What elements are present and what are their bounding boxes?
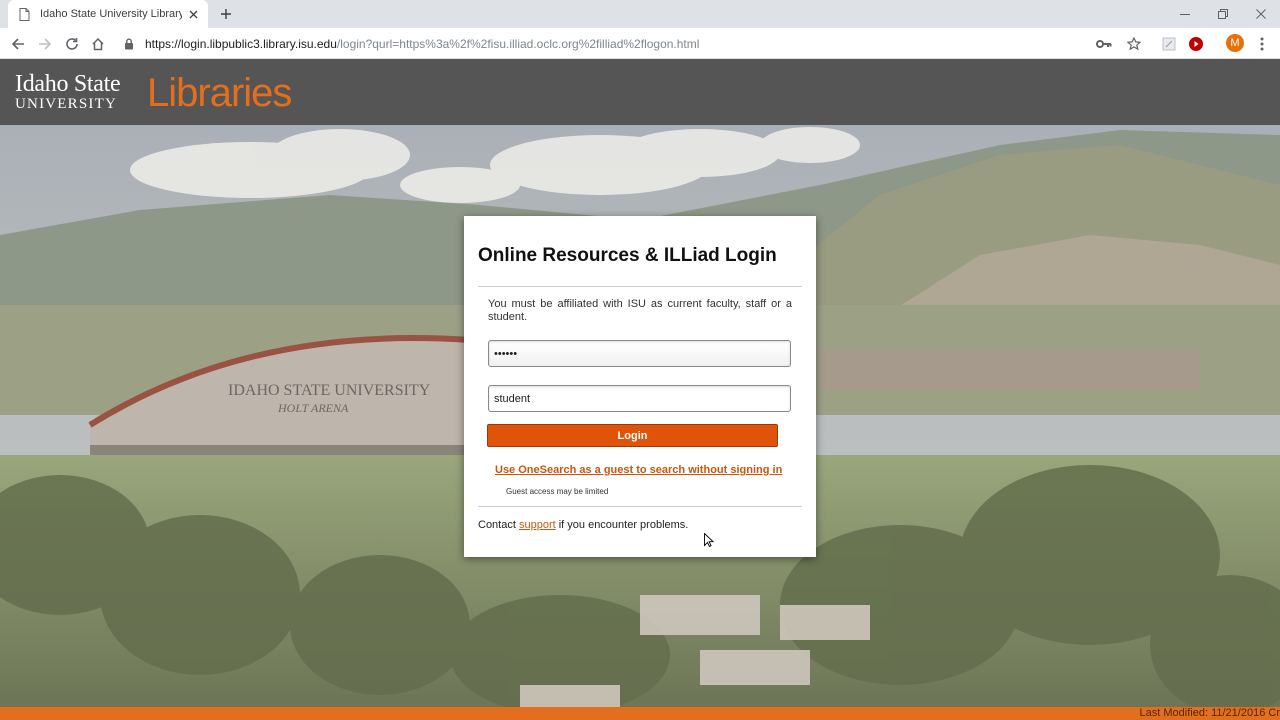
browser-toolbar: https://login.libpublic3.library.isu.edu… bbox=[0, 28, 1280, 59]
login-title: Online Resources & ILLiad Login bbox=[478, 245, 777, 266]
browser-tab[interactable]: Idaho State University Library Da bbox=[8, 0, 208, 28]
isu-logo[interactable]: Idaho State UNIVERSITY bbox=[15, 71, 121, 112]
window-close-icon[interactable] bbox=[1242, 0, 1280, 28]
plus-icon[interactable] bbox=[216, 4, 236, 24]
support-link[interactable]: support bbox=[519, 519, 556, 531]
password-field[interactable] bbox=[488, 340, 791, 367]
menu-icon[interactable] bbox=[1250, 32, 1274, 56]
url-path: /login?qurl=https%3a%2f%2fisu.illiad.ocl… bbox=[336, 36, 700, 51]
logo-line2: UNIVERSITY bbox=[15, 96, 117, 112]
login-button[interactable]: Login bbox=[487, 424, 778, 447]
affiliation-notice: You must be affiliated with ISU as curre… bbox=[488, 298, 792, 323]
username-field[interactable] bbox=[488, 385, 791, 412]
page-icon bbox=[18, 7, 30, 21]
contact-suffix: if you encounter problems. bbox=[555, 519, 689, 531]
forward-icon[interactable] bbox=[33, 32, 57, 56]
lock-icon[interactable] bbox=[124, 37, 136, 51]
minimize-icon[interactable] bbox=[1166, 0, 1204, 28]
browser-tab-strip: Idaho State University Library Da bbox=[0, 0, 1280, 28]
profile-avatar[interactable]: M bbox=[1226, 34, 1244, 52]
close-icon[interactable] bbox=[186, 7, 200, 21]
logo-line1: Idaho State bbox=[15, 71, 121, 97]
home-icon[interactable] bbox=[86, 32, 110, 56]
restore-icon[interactable] bbox=[1204, 0, 1242, 28]
key-icon[interactable] bbox=[1092, 32, 1116, 56]
divider-bottom bbox=[478, 506, 802, 507]
divider-top bbox=[478, 286, 802, 287]
mouse-cursor-icon bbox=[704, 533, 714, 547]
extension-icon[interactable] bbox=[1157, 32, 1181, 56]
contact-text: Contact support if you encounter problem… bbox=[478, 519, 688, 531]
back-icon[interactable] bbox=[6, 32, 30, 56]
tab-title: Idaho State University Library Da bbox=[40, 8, 182, 20]
star-icon[interactable] bbox=[1122, 32, 1146, 56]
address-bar[interactable]: https://login.libpublic3.library.isu.edu… bbox=[114, 31, 1122, 56]
youtube-icon[interactable] bbox=[1184, 32, 1208, 56]
url-host: https://login.libpublic3.library.isu.edu bbox=[145, 36, 337, 51]
contact-prefix: Contact bbox=[478, 519, 519, 531]
guest-access-note: Guest access may be limited bbox=[506, 487, 609, 496]
login-card: Online Resources & ILLiad Login You must… bbox=[464, 216, 816, 557]
footer-bar: Last Modified: 11/21/2016 Cr bbox=[0, 707, 1280, 720]
reload-icon[interactable] bbox=[60, 32, 84, 56]
guest-search-link[interactable]: Use OneSearch as a guest to search witho… bbox=[495, 464, 782, 476]
last-modified-text: Last Modified: 11/21/2016 Cr bbox=[1139, 707, 1280, 719]
url-text: https://login.libpublic3.library.isu.edu… bbox=[145, 37, 699, 51]
libraries-logo[interactable]: Libraries bbox=[147, 70, 292, 116]
